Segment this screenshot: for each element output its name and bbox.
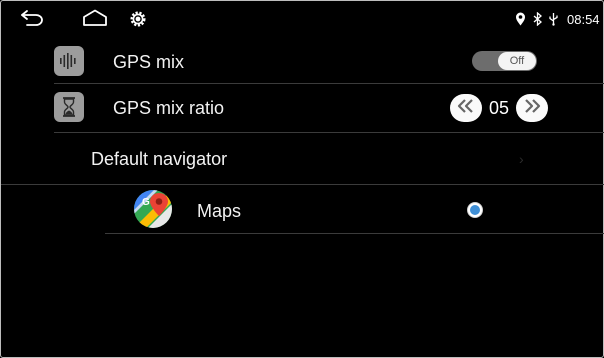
increase-button[interactable] <box>516 94 548 122</box>
waveform-icon <box>54 46 84 76</box>
location-icon <box>515 12 526 31</box>
hourglass-icon <box>54 92 84 122</box>
radio-selected-indicator <box>470 205 480 215</box>
default-navigator-row[interactable]: Default navigator › <box>1 134 604 184</box>
gps-mix-ratio-stepper: 05 <box>450 94 549 122</box>
home-icon[interactable] <box>82 9 108 32</box>
status-clock: 08:54 <box>567 12 600 27</box>
settings-icon[interactable] <box>129 10 147 33</box>
divider <box>1 184 604 185</box>
ratio-value: 05 <box>488 98 510 118</box>
toggle-state-label: Off <box>498 52 536 70</box>
maps-radio-button[interactable] <box>467 202 483 218</box>
back-icon[interactable] <box>19 9 45 32</box>
double-chevron-left-icon <box>456 98 476 119</box>
double-chevron-right-icon <box>522 98 542 119</box>
default-navigator-label: Default navigator <box>91 149 228 169</box>
svg-text:G: G <box>142 197 150 208</box>
divider <box>54 132 604 133</box>
gps-mix-ratio-row: GPS mix ratio 05 <box>1 85 604 131</box>
maps-label: Maps <box>197 201 242 221</box>
decrease-button[interactable] <box>450 94 482 122</box>
gps-mix-row[interactable]: GPS mix Off <box>1 41 604 83</box>
chevron-right-icon: › <box>519 151 524 167</box>
divider <box>105 233 604 234</box>
divider <box>54 83 604 84</box>
gps-mix-toggle[interactable]: Off <box>472 51 537 71</box>
navigator-option-maps[interactable]: G Maps <box>1 186 604 232</box>
usb-icon <box>548 12 559 31</box>
gps-mix-label: GPS mix <box>113 52 185 72</box>
screen-frame: 08:54 GPS mix Off GPS mix ratio 05 Defau… <box>0 0 604 358</box>
google-maps-icon: G <box>133 189 173 229</box>
bluetooth-icon <box>532 11 543 31</box>
gps-mix-ratio-label: GPS mix ratio <box>113 98 225 118</box>
status-bar: 08:54 <box>1 1 604 35</box>
